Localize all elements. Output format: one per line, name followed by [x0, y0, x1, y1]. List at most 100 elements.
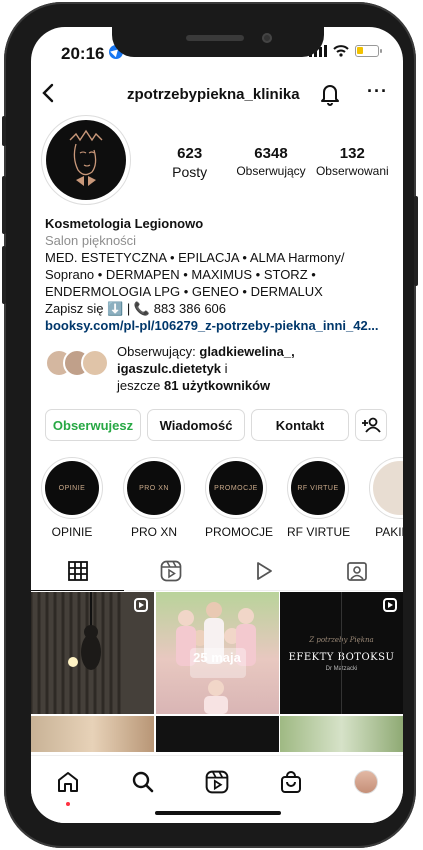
stat-label: Posty	[172, 164, 208, 180]
bio-line: Zapisz się ⬇️ | 📞 883 386 606	[45, 301, 227, 316]
highlight-rf-virtue[interactable]: RF VIRTUE RF VIRTUE	[287, 457, 351, 547]
highlight-ring: OPINIE	[41, 457, 103, 519]
tab-tagged[interactable]	[310, 551, 403, 590]
followers-count[interactable]: 6348 Obserwujący	[230, 145, 311, 180]
volume-down-button	[2, 246, 6, 304]
message-button[interactable]: Wiadomość	[147, 409, 245, 441]
stat-value: 623	[177, 145, 203, 162]
grid-icon	[67, 560, 88, 581]
clock: 20:16	[61, 44, 105, 63]
posts-grid: 25 maja Z potrzeby Piękna EFEKTY BOTOKSU…	[31, 592, 403, 752]
following-button[interactable]: Obserwujesz	[45, 409, 141, 441]
highlight-pakiety[interactable]: PAKIETY	[369, 457, 403, 547]
screen: 20:16 zpotrzebypiekna_klinika ··· 623 Po…	[31, 27, 403, 823]
reels-icon	[205, 770, 229, 794]
speaker	[186, 35, 244, 41]
highlight-pro-xn[interactable]: PRO XN PRO XN	[123, 457, 185, 547]
stat-label: Obserwowani	[315, 164, 389, 178]
profile-avatar[interactable]	[41, 115, 131, 205]
highlight-cover: OPINIE	[45, 461, 99, 515]
profile-name: Kosmetologia Legionowo	[45, 216, 204, 231]
reels-icon	[160, 560, 181, 581]
highlight-label: PAKIETY	[375, 525, 403, 539]
reel-icon	[383, 598, 397, 612]
profile-tabs	[31, 551, 403, 591]
mutual-name: igaszulc.dietetyk	[117, 361, 222, 376]
tagged-icon	[346, 561, 367, 581]
reel-icon	[134, 598, 148, 612]
shop-bag-icon	[281, 771, 302, 793]
play-icon	[256, 561, 272, 580]
highlight-label: RF VIRTUE	[287, 525, 351, 539]
following-count[interactable]: 132 Obserwowani	[312, 145, 393, 180]
battery-icon	[355, 45, 382, 57]
bell-icon[interactable]	[319, 82, 341, 111]
mutual-more-prefix: jeszcze	[117, 378, 164, 393]
follower-avatar	[81, 349, 109, 377]
bio-line: ENDERMOLOGIA LPG • GENEO • DERMALUX	[45, 284, 323, 299]
avatar-logo	[46, 120, 126, 200]
post-tile[interactable]	[31, 715, 154, 752]
highlight-ring: PROMOCJE	[205, 457, 267, 519]
post-tile[interactable]	[155, 715, 279, 752]
stat-value: 6348	[254, 145, 288, 162]
mutual-followers-text: Obserwujący: gladkiewelina_, igaszulc.di…	[117, 343, 295, 394]
nav-home[interactable]	[53, 770, 83, 806]
stat-label: Obserwujący	[236, 164, 306, 178]
post-tile[interactable]	[280, 715, 403, 752]
profile-bio: Kosmetologia Legionowo Salon piękności M…	[45, 215, 393, 334]
story-highlights: OPINIE OPINIE PRO XN PRO XN PROMOCJE PRO…	[41, 457, 403, 547]
post-tile[interactable]: 25 maja	[155, 592, 279, 714]
add-person-icon	[362, 417, 381, 433]
tab-video[interactable]	[217, 551, 310, 590]
profile-username: zpotrzebypiekna_klinika	[127, 86, 300, 103]
nav-profile[interactable]	[351, 770, 381, 800]
back-arrow-icon[interactable]	[41, 83, 55, 109]
tab-grid[interactable]	[31, 551, 124, 591]
highlight-cover: RF VIRTUE	[291, 461, 345, 515]
highlight-opinie[interactable]: OPINIE OPINIE	[41, 457, 103, 547]
search-icon	[132, 771, 153, 793]
post-tile[interactable]	[31, 592, 154, 714]
wifi-icon	[333, 45, 349, 57]
highlight-cover: PRO XN	[127, 461, 181, 515]
highlight-ring: RF VIRTUE	[287, 457, 349, 519]
highlight-label: PRO XN	[130, 525, 177, 539]
more-options-icon[interactable]: ···	[367, 81, 388, 102]
nav-reels[interactable]	[202, 770, 232, 800]
stat-value: 132	[339, 145, 365, 162]
highlight-label: PROMOCJE	[205, 525, 274, 539]
highlight-label: OPINIE	[51, 525, 93, 539]
profile-stats: 623 Posty 6348 Obserwujący 132 Obserwowa…	[149, 145, 393, 180]
bio-link[interactable]: booksy.com/pl-pl/106279_z-potrzeby-piekn…	[45, 317, 393, 334]
nav-search[interactable]	[128, 770, 158, 800]
profile-header: zpotrzebypiekna_klinika ···	[31, 79, 403, 113]
nav-shop[interactable]	[276, 770, 306, 800]
tab-reels[interactable]	[124, 551, 217, 590]
bio-line: Soprano • DERMAPEN • MAXIMUS • STORZ •	[45, 267, 316, 282]
home-icon	[58, 772, 79, 792]
highlight-cover	[373, 461, 403, 515]
mutual-followers[interactable]: Obserwujący: gladkiewelina_, igaszulc.di…	[45, 343, 395, 393]
volume-up-button	[2, 176, 6, 234]
mutual-and: i	[221, 361, 228, 376]
own-avatar	[353, 770, 378, 794]
highlight-promocje[interactable]: PROMOCJE PROMOCJE	[205, 457, 274, 547]
camera	[262, 33, 272, 43]
mutual-prefix: Obserwujący:	[117, 344, 200, 359]
side-button	[2, 116, 6, 146]
notch	[112, 27, 324, 57]
home-indicator	[155, 811, 281, 815]
post-caption: 25 maja	[193, 650, 241, 665]
profile-actions: Obserwujesz Wiadomość Kontakt	[45, 409, 389, 441]
post-tile[interactable]: Z potrzeby Piękna EFEKTY BOTOKSU Dr Matz…	[280, 592, 403, 714]
notification-dot	[66, 802, 71, 806]
highlight-ring: PRO XN	[123, 457, 185, 519]
contact-button[interactable]: Kontakt	[251, 409, 349, 441]
add-person-button[interactable]	[355, 409, 387, 441]
power-button	[414, 196, 418, 286]
highlight-cover: PROMOCJE	[209, 461, 263, 515]
mutual-more-count: 81 użytkowników	[163, 378, 271, 393]
posts-count[interactable]: 623 Posty	[149, 145, 230, 180]
highlight-ring	[369, 457, 403, 519]
